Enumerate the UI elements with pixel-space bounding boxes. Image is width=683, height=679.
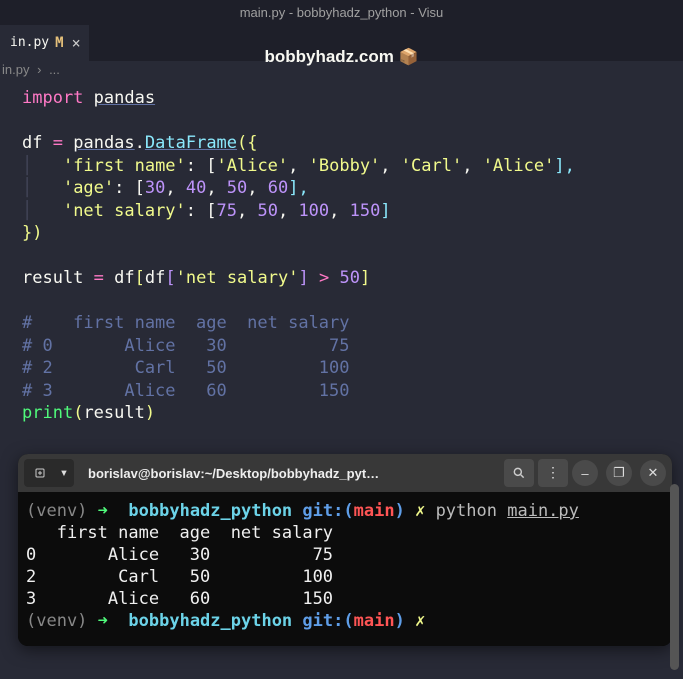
chevron-right-icon: ›: [37, 62, 41, 77]
breadcrumb-more[interactable]: ...: [49, 62, 60, 77]
breadcrumb-file[interactable]: in.py: [2, 62, 29, 77]
scrollbar[interactable]: [670, 484, 679, 670]
terminal-title: borislav@borislav:~/Desktop/bobbyhadz_py…: [78, 466, 500, 481]
editor-tab-mainpy[interactable]: in.py M ×: [0, 25, 89, 61]
window-title-bar: main.py - bobbyhadz_python - Visu: [0, 0, 683, 25]
tab-filename: in.py: [10, 35, 49, 50]
terminal-header[interactable]: ▾ borislav@borislav:~/Desktop/bobbyhadz_…: [18, 454, 672, 492]
maximize-button[interactable]: ❐: [606, 460, 632, 486]
search-button[interactable]: [504, 459, 534, 487]
close-icon[interactable]: ×: [72, 34, 81, 52]
terminal-window: ▾ borislav@borislav:~/Desktop/bobbyhadz_…: [18, 454, 672, 646]
tab-dropdown-button[interactable]: ▾: [54, 459, 74, 487]
window-title: main.py - bobbyhadz_python - Visu: [240, 5, 444, 20]
editor-tab-bar: in.py M ×: [0, 25, 683, 61]
code-editor[interactable]: import pandas df = pandas.DataFrame({ │ …: [0, 83, 683, 425]
menu-button[interactable]: ⋮: [538, 459, 568, 487]
close-button[interactable]: ✕: [640, 460, 666, 486]
new-tab-button[interactable]: [24, 459, 54, 487]
breadcrumb[interactable]: in.py › ...: [0, 59, 683, 83]
tab-modified-indicator: M: [55, 35, 63, 51]
terminal-output[interactable]: (venv) ➜ bobbyhadz_python git:(main) ✗ p…: [18, 492, 672, 646]
minimize-button[interactable]: –: [572, 460, 598, 486]
